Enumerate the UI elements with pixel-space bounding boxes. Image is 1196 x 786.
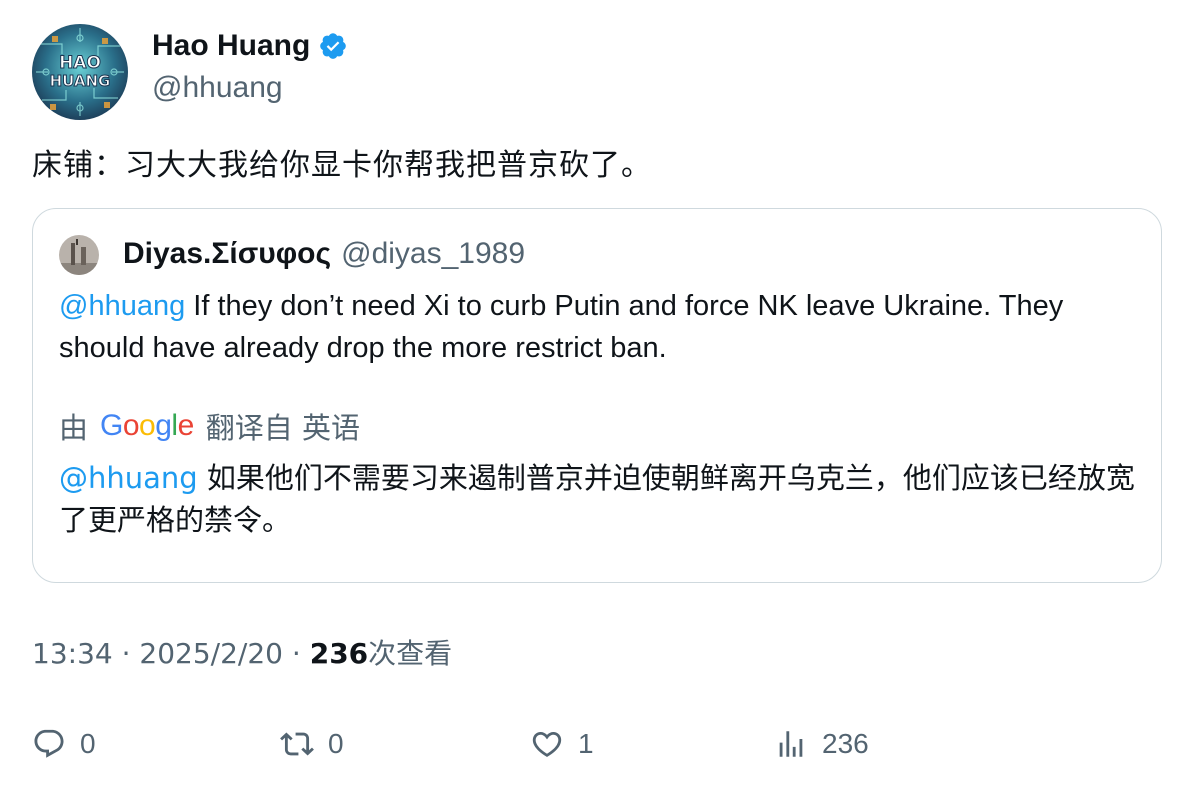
translated-mention-link[interactable]: @hhuang <box>59 461 198 495</box>
verified-badge-icon <box>320 33 347 59</box>
retweet-icon <box>280 732 314 756</box>
quoted-author-handle[interactable]: @diyas_1989 <box>341 237 525 271</box>
quoted-avatar-image <box>59 235 99 275</box>
quoted-author-name[interactable]: Diyas.Σίσυφος <box>123 237 331 271</box>
quoted-translated-text: @hhuang 如果他们不需要习来遏制普京并迫使朝鲜离开乌克兰，他们应该已经放宽… <box>59 457 1139 541</box>
avatar[interactable]: HAO HUANG <box>32 24 128 120</box>
avatar-image: HAO HUANG <box>32 24 128 120</box>
retweet-count: 0 <box>328 728 344 759</box>
quoted-body-text: If they don’t need Xi to curb Putin and … <box>59 290 1064 364</box>
reply-button[interactable]: 0 <box>32 722 96 766</box>
tweet-meta: 13:34 · 2025/2/20 · 236次查看 <box>32 636 452 672</box>
reply-count: 0 <box>80 728 96 759</box>
author-display-name[interactable]: Hao Huang <box>152 28 310 64</box>
views-count: 236 <box>309 637 369 670</box>
quoted-mention-link[interactable]: @hhuang <box>59 290 185 322</box>
analytics-icon <box>779 731 803 757</box>
author-name-row[interactable]: Hao Huang <box>152 28 348 64</box>
meta-separator: · <box>121 637 131 670</box>
views-button[interactable]: 236 <box>774 722 869 766</box>
translate-suffix: 翻译自 英语 <box>205 411 360 445</box>
quoted-author-header[interactable]: Diyas.Σίσυφος @diyas_1989 <box>123 237 525 271</box>
translation-attribution: 由 Google 翻译自 英语 <box>59 405 360 447</box>
heart-icon <box>532 731 562 757</box>
tweet-text: 床铺：习大大我给你显卡你帮我把普京砍了。 <box>32 148 652 183</box>
retweet-button[interactable]: 0 <box>280 722 344 766</box>
views-label: 次查看 <box>368 637 453 670</box>
reply-icon <box>34 729 64 758</box>
tweet-time[interactable]: 13:34 <box>32 637 113 670</box>
translate-prefix: 由 <box>59 411 89 445</box>
quoted-tweet-card[interactable]: Diyas.Σίσυφος @diyas_1989 @hhuang If the… <box>32 208 1162 583</box>
author-handle[interactable]: @hhuang <box>152 70 283 106</box>
svg-text:HUANG: HUANG <box>50 72 111 90</box>
meta-separator: · <box>291 637 301 670</box>
translated-body-text: 如果他们不需要习来遏制普京并迫使朝鲜离开乌克兰，他们应该已经放宽了更严格的禁令。 <box>59 461 1135 537</box>
svg-text:HAO: HAO <box>59 53 101 73</box>
quoted-tweet-text: @hhuang If they don’t need Xi to curb Pu… <box>59 285 1139 369</box>
quoted-author-avatar[interactable] <box>59 235 99 275</box>
tweet-date[interactable]: 2025/2/20 <box>139 637 283 670</box>
action-bar: 0 0 1 236 <box>32 722 1162 766</box>
like-button[interactable]: 1 <box>530 722 594 766</box>
like-count: 1 <box>578 728 594 759</box>
google-logo[interactable]: Google <box>100 409 194 443</box>
views-action-count: 236 <box>822 728 869 759</box>
